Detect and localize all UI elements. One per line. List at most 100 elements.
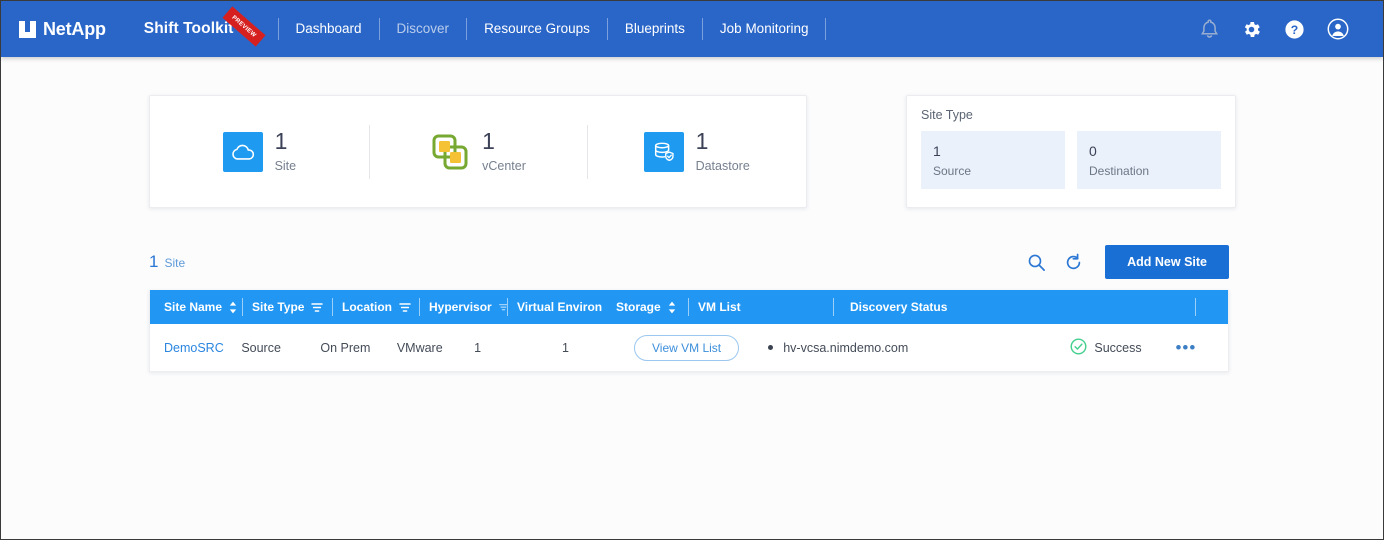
stat-vcenter-text: 1 vCenter bbox=[482, 130, 526, 173]
column-header-hypervisor[interactable]: Hypervisor bbox=[429, 300, 507, 314]
site-count-label: Site bbox=[164, 256, 186, 270]
add-new-site-button[interactable]: Add New Site bbox=[1105, 245, 1229, 279]
bullet-icon bbox=[768, 345, 774, 350]
column-header-vm-list[interactable]: VM List bbox=[698, 300, 833, 314]
column-label-vm-list: VM List bbox=[698, 300, 741, 314]
datastore-icon bbox=[643, 131, 684, 172]
summary-cards-row: 1 Site 1 vCenter 1 Datastore Site Type 1… bbox=[1, 57, 1383, 208]
nav-item-job-monitoring[interactable]: Job Monitoring bbox=[703, 1, 826, 57]
refresh-icon[interactable] bbox=[1064, 253, 1083, 272]
site-type-card: Site Type 1 Source 0 Destination bbox=[906, 95, 1236, 208]
stat-vcenter-label: vCenter bbox=[482, 159, 526, 174]
netapp-logo[interactable]: NetApp bbox=[19, 19, 106, 40]
sort-icon[interactable] bbox=[668, 301, 676, 314]
cell-site-name[interactable]: DemoSRC bbox=[164, 341, 232, 355]
brand-block: Shift Toolkit PREVIEW bbox=[143, 6, 266, 47]
top-navigation-bar: NetApp Shift Toolkit PREVIEW Dashboard D… bbox=[1, 1, 1383, 57]
table-row[interactable]: DemoSRC Source On Prem VMware 1 1 View V… bbox=[150, 324, 1228, 371]
header-divider bbox=[332, 298, 333, 316]
netapp-logo-text: NetApp bbox=[43, 18, 106, 39]
column-label-location: Location bbox=[342, 300, 392, 314]
nav-item-resource-groups[interactable]: Resource Groups bbox=[467, 1, 607, 57]
toolbar-actions: Add New Site bbox=[1027, 245, 1229, 279]
header-divider bbox=[833, 298, 834, 316]
site-type-tile-destination[interactable]: 0 Destination bbox=[1077, 131, 1221, 189]
cell-status: Success bbox=[1070, 338, 1175, 358]
stat-datastore-value: 1 bbox=[695, 128, 709, 155]
column-header-site-name[interactable]: Site Name bbox=[164, 300, 242, 314]
column-label-storage: Storage bbox=[616, 300, 661, 314]
cell-vm-list: View VM List bbox=[634, 334, 752, 361]
header-divider bbox=[242, 298, 243, 316]
nav-item-discover[interactable]: Discover bbox=[380, 1, 467, 57]
vcenter-icon bbox=[430, 132, 470, 172]
cloud-icon bbox=[222, 131, 263, 172]
table-toolbar: 1 Site Add New Site bbox=[149, 242, 1229, 282]
column-label-site-type: Site Type bbox=[252, 300, 305, 314]
site-type-tile-source[interactable]: 1 Source bbox=[921, 131, 1065, 189]
site-count-value: 1 bbox=[149, 252, 159, 271]
row-more-menu-icon[interactable]: ••• bbox=[1175, 339, 1196, 356]
filter-icon[interactable] bbox=[399, 302, 411, 313]
column-label-hypervisor: Hypervisor bbox=[429, 300, 492, 314]
cell-virtual-environment: 1 bbox=[474, 340, 482, 355]
site-type-destination-label: Destination bbox=[1089, 163, 1150, 178]
status-badge: Success bbox=[1094, 340, 1142, 355]
view-vm-list-button[interactable]: View VM List bbox=[634, 334, 740, 361]
column-header-discovery-status[interactable]: Discovery Status bbox=[850, 300, 1195, 314]
column-header-storage[interactable]: Storage bbox=[616, 300, 688, 314]
application-window: NetApp Shift Toolkit PREVIEW Dashboard D… bbox=[0, 0, 1384, 540]
preview-ribbon-label: PREVIEW bbox=[230, 14, 257, 39]
column-label-virtual-environment: Virtual Environ bbox=[517, 300, 603, 314]
cell-row-actions: ••• bbox=[1175, 339, 1228, 356]
netapp-mark-icon bbox=[19, 20, 36, 38]
header-divider bbox=[419, 298, 420, 316]
filter-small-icon[interactable] bbox=[498, 303, 507, 311]
sort-icon[interactable] bbox=[229, 301, 237, 314]
table-header-row: Site Name Site Type Location Hypervisor … bbox=[150, 290, 1228, 324]
header-divider bbox=[1195, 298, 1196, 316]
filter-icon[interactable] bbox=[311, 302, 324, 313]
user-avatar-icon[interactable] bbox=[1327, 18, 1349, 40]
column-header-site-type[interactable]: Site Type bbox=[252, 300, 332, 314]
column-label-site-name: Site Name bbox=[164, 300, 223, 314]
page-body: 1 Site 1 vCenter 1 Datastore Site Type 1… bbox=[1, 57, 1383, 539]
gear-icon[interactable] bbox=[1241, 19, 1262, 40]
sites-table: Site Name Site Type Location Hypervisor … bbox=[149, 290, 1229, 372]
cell-discovery-host: hv-vcsa.nimdemo.com bbox=[768, 341, 1070, 355]
stat-vcenter-value: 1 bbox=[482, 128, 495, 155]
stat-site-text: 1 Site bbox=[275, 130, 297, 173]
success-check-icon bbox=[1070, 338, 1087, 358]
bell-icon[interactable] bbox=[1200, 18, 1219, 40]
search-icon[interactable] bbox=[1027, 253, 1046, 272]
site-count: 1 Site bbox=[149, 252, 185, 272]
site-type-source-value: 1 bbox=[933, 142, 941, 159]
app-title: Shift Toolkit bbox=[143, 20, 234, 37]
cell-storage: 1 bbox=[561, 340, 569, 355]
column-header-virtual-environment[interactable]: Virtual Environ bbox=[517, 300, 607, 314]
nav-divider bbox=[825, 18, 827, 40]
svg-text:?: ? bbox=[1291, 22, 1298, 36]
cell-hypervisor: VMware bbox=[396, 340, 443, 355]
nav-item-blueprints[interactable]: Blueprints bbox=[608, 1, 702, 57]
header-divider bbox=[688, 298, 689, 316]
cell-site-type: Source bbox=[241, 340, 281, 355]
column-header-location[interactable]: Location bbox=[342, 300, 419, 314]
stat-datastore-label: Datastore bbox=[695, 159, 750, 174]
stat-datastore-text: 1 Datastore bbox=[696, 130, 750, 173]
stat-site-value: 1 bbox=[274, 128, 288, 155]
stat-site: 1 Site bbox=[150, 130, 369, 173]
discovery-host-name: hv-vcsa.nimdemo.com bbox=[783, 340, 909, 355]
stat-site-label: Site bbox=[274, 159, 297, 174]
nav-item-dashboard[interactable]: Dashboard bbox=[279, 1, 379, 57]
nav-icon-group: ? bbox=[1200, 18, 1363, 40]
site-type-source-label: Source bbox=[933, 163, 972, 178]
stat-vcenter: 1 vCenter bbox=[369, 130, 588, 173]
resource-summary-card: 1 Site 1 vCenter 1 Datastore bbox=[149, 95, 807, 208]
site-type-title: Site Type bbox=[921, 108, 973, 122]
site-type-destination-value: 0 bbox=[1089, 142, 1097, 159]
site-type-tiles: 1 Source 0 Destination bbox=[921, 131, 1221, 189]
stat-datastore: 1 Datastore bbox=[587, 130, 806, 173]
column-label-discovery-status: Discovery Status bbox=[850, 300, 948, 314]
help-icon[interactable]: ? bbox=[1284, 19, 1305, 40]
